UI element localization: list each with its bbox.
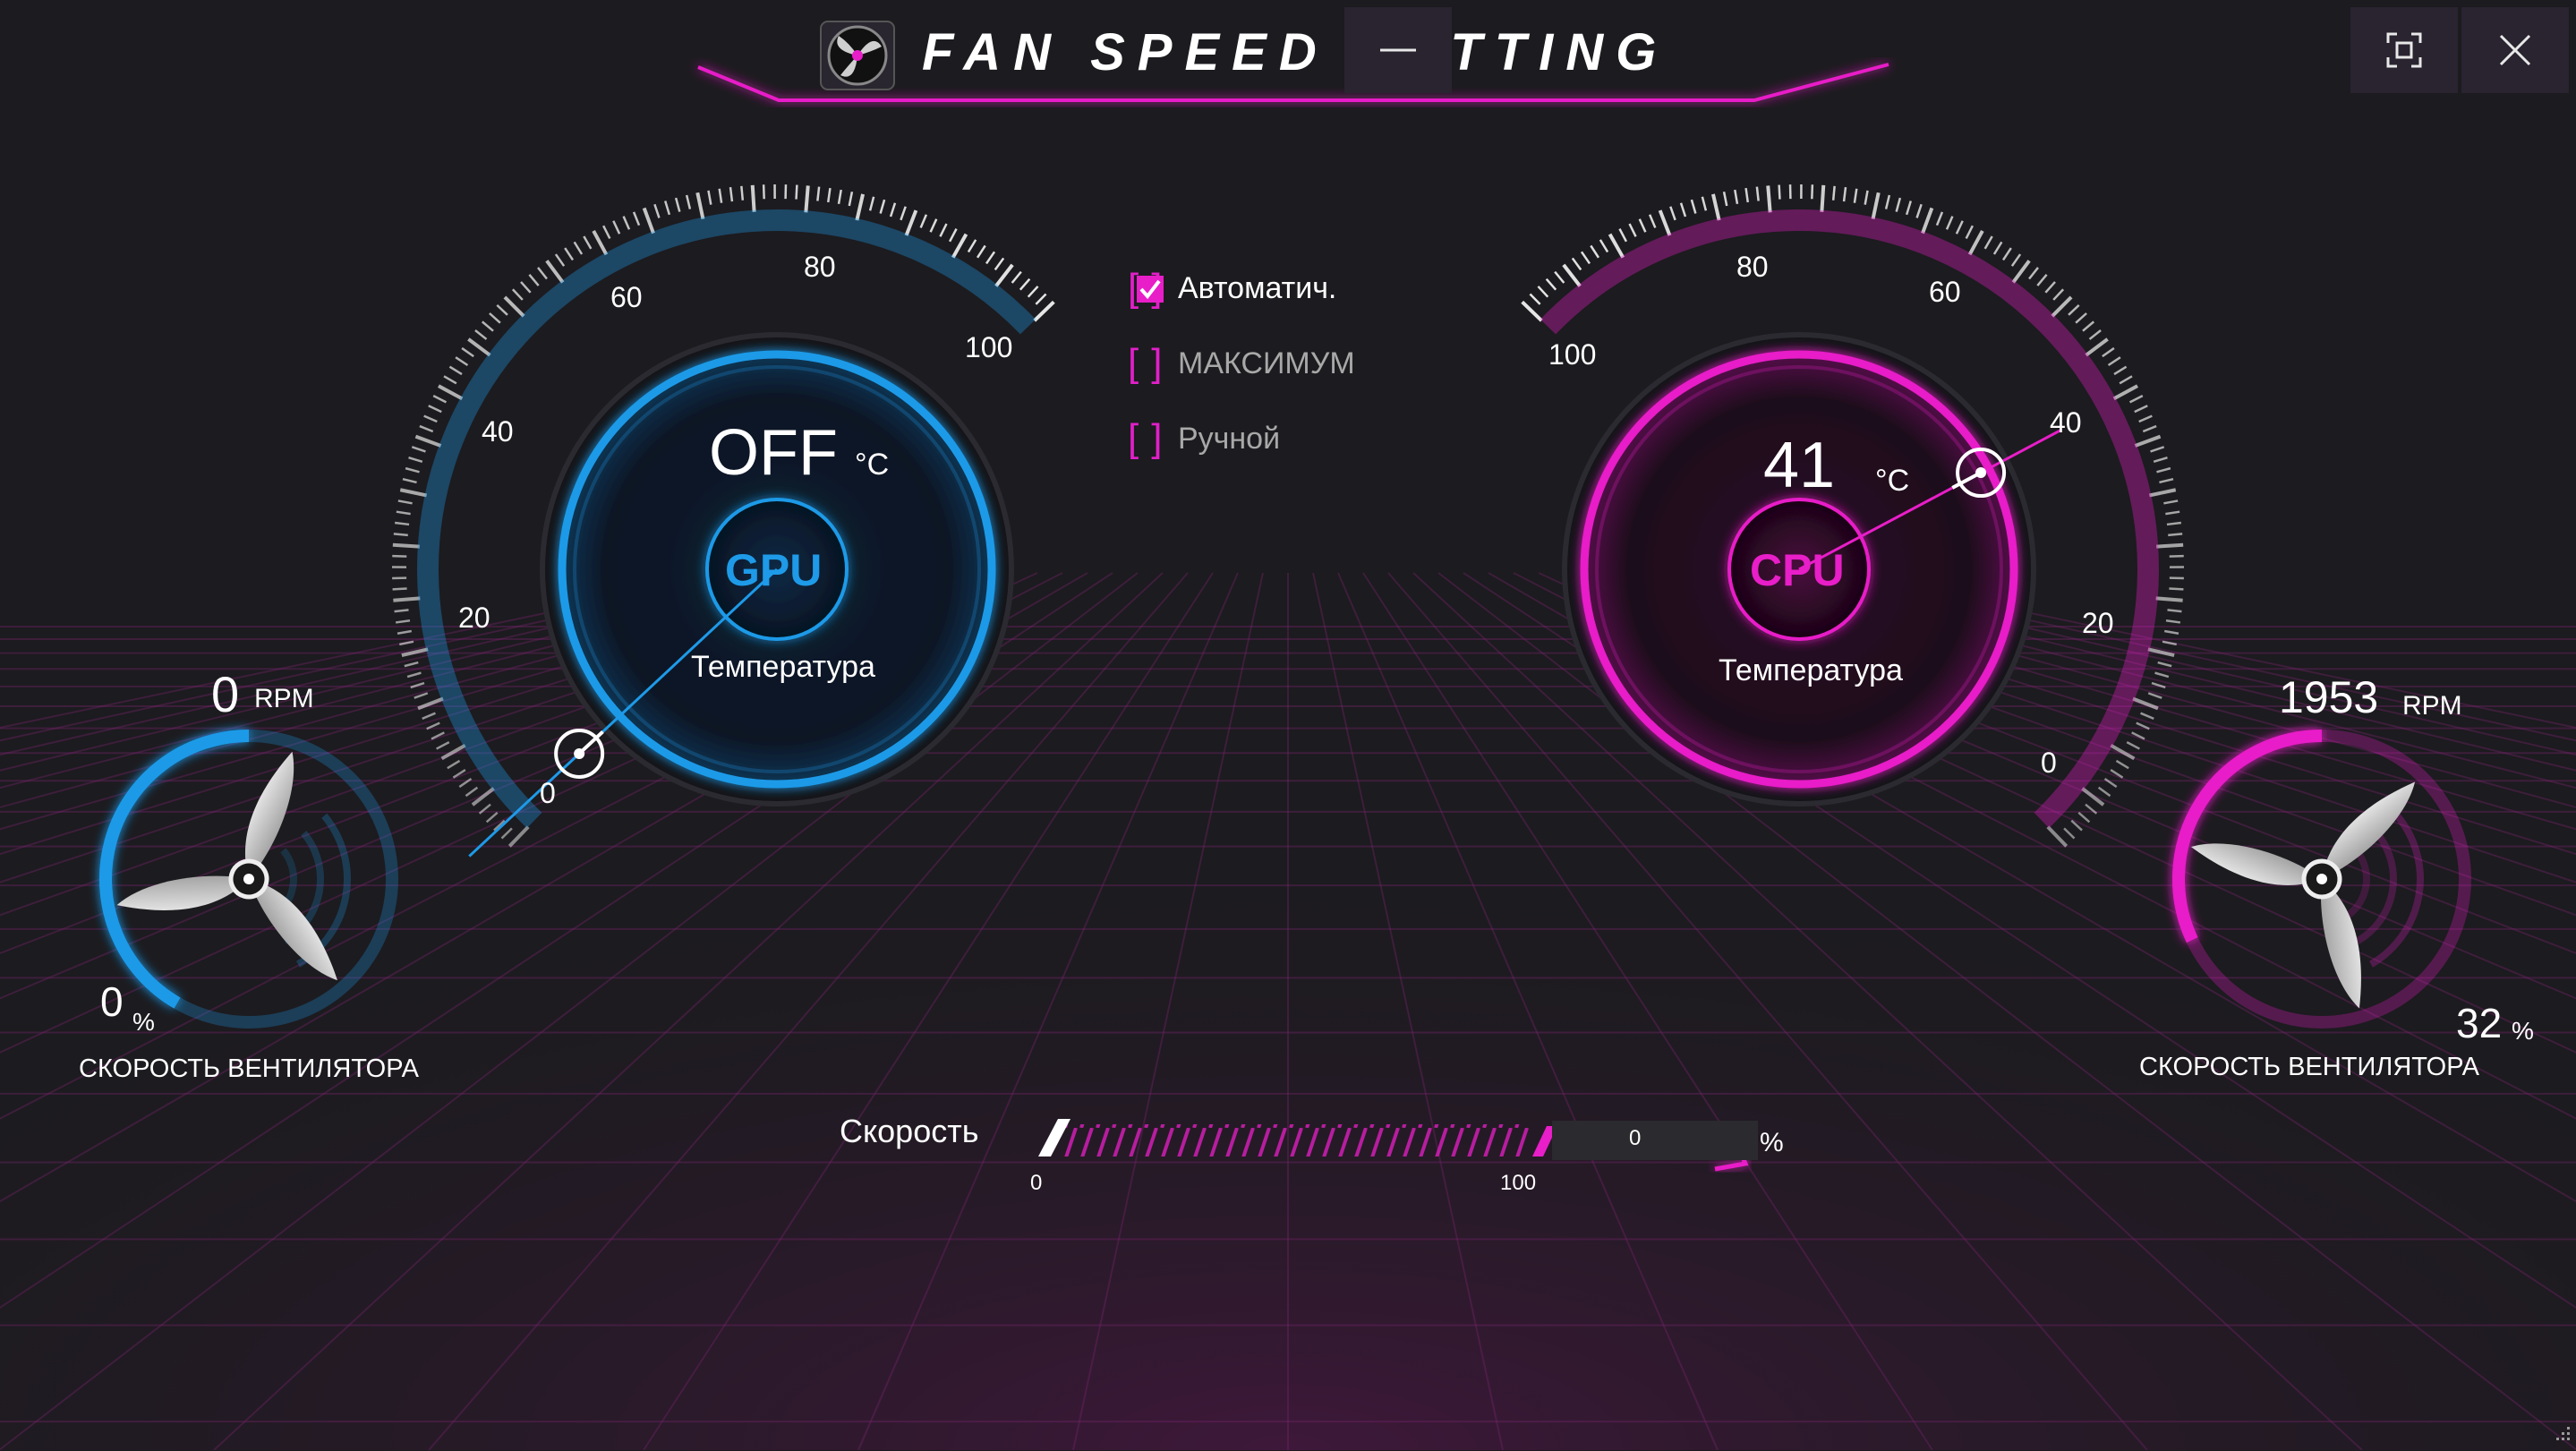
window-title: FAN SPEED SETTING [922,27,1668,79]
gpu-scale-20: 20 [458,603,490,632]
minimize-icon [1378,30,1418,70]
gpu-scale-40: 40 [482,417,514,446]
cpu-scale-40: 40 [2050,408,2082,437]
close-button[interactable] [2461,7,2569,93]
mode-option-auto[interactable]: [] Автоматич. [1128,263,1336,313]
auto-option-label: Автоматич. [1178,271,1336,306]
cpu-scale-0: 0 [2041,748,2057,777]
gpu-fan-rpm-value: 0 [211,670,239,720]
max-checkbox[interactable]: [] [1128,344,1171,383]
cpu-fan-percent-unit: % [2512,1019,2534,1044]
gpu-fan-speed-label: СКОРОСТЬ ВЕНТИЛЯТОРА [79,1056,419,1082]
speed-unit: % [1760,1130,1784,1157]
maximize-icon [2384,30,2424,70]
manual-checkbox[interactable]: [] [1128,419,1171,458]
gpu-fan-percent-value: 0 [100,981,124,1022]
cpu-fan-percent-value: 32 [2456,1003,2502,1044]
cpu-temperature-value: 41 [1763,433,1835,498]
app-logo-icon [819,20,896,91]
gpu-temperature-caption: Температура [691,652,875,682]
cpu-scale-80: 80 [1736,252,1769,281]
speed-min-label: 0 [1030,1173,1042,1194]
cpu-fan-rpm-unit: RPM [2402,693,2462,720]
speed-value: 0 [1629,1128,1641,1149]
speed-slider-track[interactable] [1045,1117,1547,1164]
speed-max-label: 100 [1500,1173,1536,1194]
close-icon [2495,30,2535,70]
cpu-fan-rpm-value: 1953 [2279,675,2378,720]
manual-option-label: Ручной [1178,422,1280,457]
maximize-button[interactable] [2350,7,2458,93]
gpu-fan-percent-unit: % [132,1010,155,1035]
cpu-scale-100: 100 [1548,340,1596,369]
gpu-temperature-unit: °C [855,449,889,480]
cpu-chip-label: CPU [1750,548,1845,593]
gpu-chip-label: GPU [725,548,822,593]
gpu-temperature-value: OFF [709,421,838,485]
resize-grip-icon[interactable] [2547,1421,2572,1447]
cpu-temperature-unit: °C [1875,465,1909,496]
gpu-scale-0: 0 [540,779,556,807]
background-scene [0,0,2576,1450]
gpu-scale-80: 80 [804,252,836,281]
cpu-scale-20: 20 [2082,609,2114,637]
cpu-scale-60: 60 [1929,277,1961,306]
gpu-fan-rpm-unit: RPM [254,686,314,713]
checkmark-icon [1137,276,1164,303]
speed-label: Скорость [840,1115,978,1148]
mode-option-manual[interactable]: [] Ручной [1128,414,1280,464]
speed-value-field[interactable]: 0 [1552,1121,1758,1160]
minimize-button[interactable] [1344,7,1452,93]
gpu-scale-60: 60 [610,283,643,312]
auto-checkbox[interactable]: [] [1128,269,1171,308]
max-option-label: МАКСИМУМ [1178,346,1355,381]
gpu-scale-100: 100 [965,333,1012,362]
mode-option-max[interactable]: [] МАКСИМУМ [1128,338,1355,388]
cpu-temperature-caption: Температура [1719,655,1903,686]
cpu-fan-speed-label: СКОРОСТЬ ВЕНТИЛЯТОРА [2139,1054,2479,1080]
